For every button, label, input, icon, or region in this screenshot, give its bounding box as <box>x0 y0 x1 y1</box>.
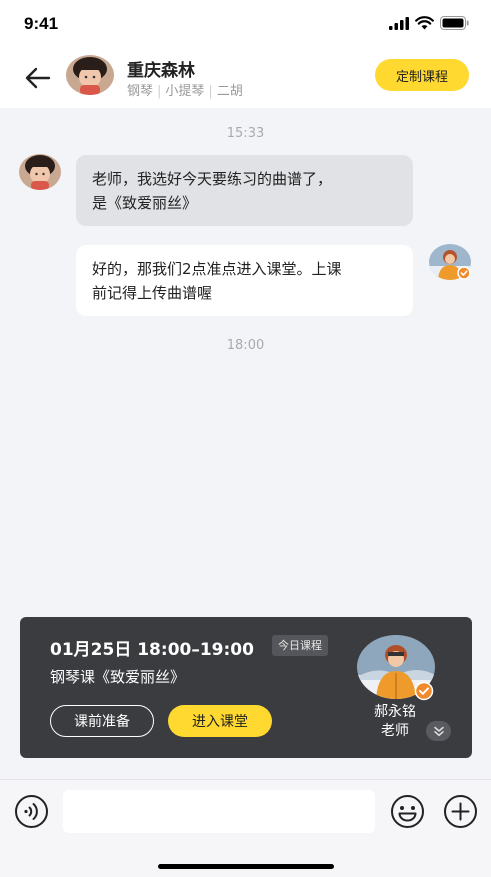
back-button[interactable] <box>22 64 54 92</box>
teacher-role: 老师 <box>381 723 409 739</box>
pre-class-prep-button[interactable]: 课前准备 <box>50 705 154 737</box>
verified-check-icon <box>457 266 471 280</box>
chat-timestamp: 15:33 <box>226 126 265 141</box>
status-icons <box>389 16 469 30</box>
message-input[interactable] <box>63 790 375 833</box>
course-title: 钢琴课《致爱丽丝》 <box>50 668 186 686</box>
back-arrow-icon <box>25 67 51 89</box>
tag-separator: | <box>157 84 162 99</box>
message-bubble-sent[interactable]: 好的，那我们2点准点进入课堂。上课 前记得上传曲谱喔 <box>76 245 413 316</box>
chat-timestamp: 18:00 <box>226 338 265 353</box>
enter-classroom-button[interactable]: 进入课堂 <box>168 705 272 737</box>
message-line: 是《致爱丽丝》 <box>92 194 198 212</box>
tag-piano: 钢琴 <box>127 84 154 99</box>
wifi-icon <box>415 16 434 30</box>
expand-card-button[interactable] <box>426 721 451 741</box>
message-line: 前记得上传曲谱喔 <box>92 284 213 302</box>
voice-icon <box>15 795 48 828</box>
message-line: 好的，那我们2点准点进入课堂。上课 <box>92 260 342 278</box>
emoji-button[interactable] <box>390 794 425 833</box>
input-bar <box>0 779 491 877</box>
home-indicator <box>158 864 334 869</box>
chat-header: 重庆森林 钢琴 | 小提琴 | 二胡 定制课程 <box>0 50 491 108</box>
teacher-name: 郝永铭 <box>374 704 416 720</box>
today-course-badge: 今日课程 <box>272 635 328 656</box>
tag-separator: | <box>208 84 213 99</box>
student-avatar[interactable] <box>19 154 61 190</box>
tag-violin: 小提琴 <box>165 84 205 99</box>
voice-button[interactable] <box>14 794 49 833</box>
message-line: 老师，我选好今天要练习的曲谱了， <box>92 170 333 188</box>
contact-tags: 钢琴 | 小提琴 | 二胡 <box>127 80 243 99</box>
plus-icon <box>444 795 477 828</box>
signal-icon <box>389 16 409 30</box>
chevron-double-down-icon <box>433 726 444 736</box>
teacher-avatar[interactable] <box>429 244 471 280</box>
course-card[interactable]: 01月25日 18:00–19:00 今日课程 钢琴课《致爱丽丝》 课前准备 进… <box>20 617 472 758</box>
battery-icon <box>440 16 469 30</box>
tag-erhu: 二胡 <box>216 84 243 99</box>
status-time: 9:41 <box>24 14 59 33</box>
course-datetime: 01月25日 18:00–19:00 <box>50 640 254 660</box>
message-bubble-received[interactable]: 老师，我选好今天要练习的曲谱了， 是《致爱丽丝》 <box>76 155 413 226</box>
status-bar: 9:41 <box>0 0 491 50</box>
emoji-icon <box>391 795 424 828</box>
contact-name: 重庆森林 <box>127 61 195 81</box>
teacher-name-label: 郝永铭 老师 <box>365 703 425 741</box>
contact-avatar[interactable] <box>66 55 114 95</box>
verified-check-icon <box>414 681 434 701</box>
custom-course-button[interactable]: 定制课程 <box>375 59 469 91</box>
more-options-button[interactable] <box>443 794 478 833</box>
